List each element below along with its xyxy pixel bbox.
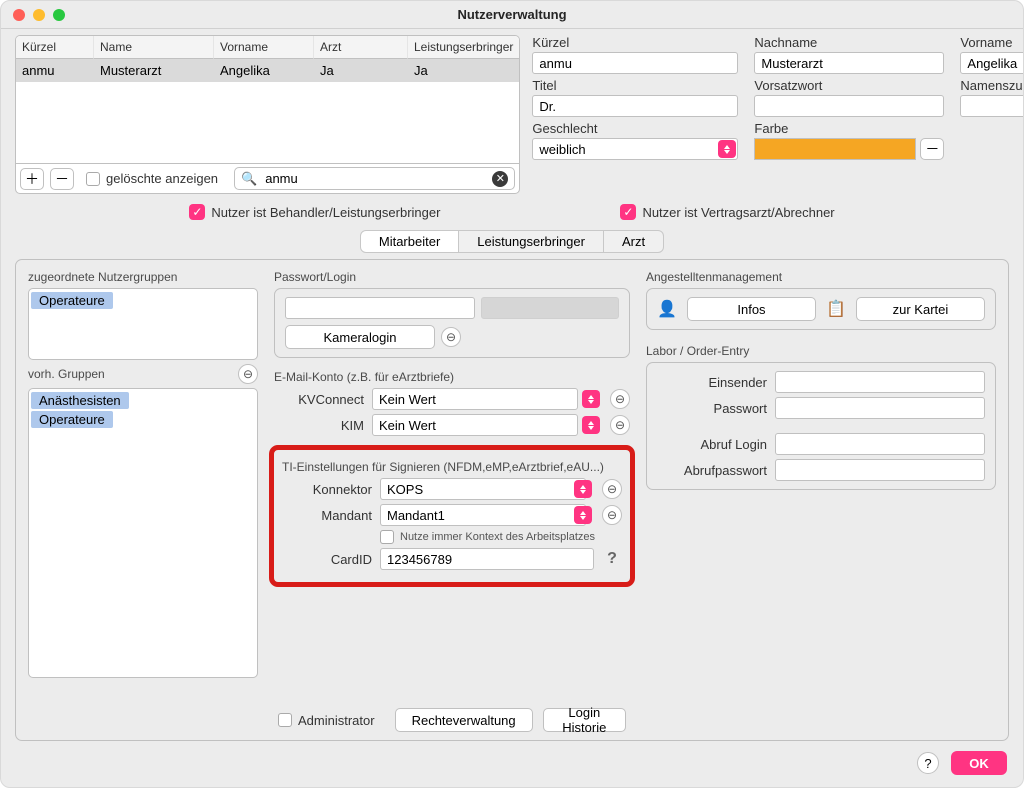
tab-bar: Mitarbeiter Leistungserbringer Arzt: [15, 230, 1009, 253]
nachname-field[interactable]: [754, 52, 944, 74]
vertragsarzt-checkbox[interactable]: ✓: [620, 204, 636, 220]
clipboard-icon: 📋: [826, 299, 846, 319]
mandant-opt-button[interactable]: ⊖: [602, 505, 622, 525]
abruf-passwort-field[interactable]: [775, 459, 985, 481]
vorsatzwort-field[interactable]: [754, 95, 944, 117]
search-icon: 🔍: [241, 171, 257, 187]
konnektor-opt-button[interactable]: ⊖: [602, 479, 622, 499]
mandant-select[interactable]: [380, 504, 594, 526]
behandler-checkbox[interactable]: ✓: [189, 204, 205, 220]
cardid-help-icon[interactable]: ?: [602, 550, 622, 568]
table-header: Kürzel Name Vorname Arzt Leistungserbrin…: [16, 36, 519, 59]
login-field[interactable]: [285, 297, 475, 319]
minimize-icon[interactable]: [33, 9, 45, 21]
available-groups-list[interactable]: Anästhesisten Operateure: [28, 388, 258, 678]
tab-mitarbeiter[interactable]: Mitarbeiter: [360, 230, 459, 253]
assigned-groups-list[interactable]: Operateure: [28, 288, 258, 360]
person-icon: 👤: [657, 299, 677, 319]
remove-user-button[interactable]: －: [50, 168, 74, 190]
kuerzel-field[interactable]: [532, 52, 738, 74]
ti-settings-highlight: TI-Einstellungen für Signieren (NFDM,eMP…: [272, 448, 632, 584]
geschlecht-select[interactable]: [532, 138, 738, 160]
chevron-updown-icon: [574, 480, 592, 498]
titlebar: Nutzerverwaltung: [1, 1, 1023, 29]
chevron-updown-icon: [582, 390, 600, 408]
kvconnect-select[interactable]: [372, 388, 602, 410]
groups-action-button[interactable]: ⊖: [238, 364, 258, 384]
maximize-icon[interactable]: [53, 9, 65, 21]
cardid-field[interactable]: [380, 548, 594, 570]
rechteverwaltung-button[interactable]: Rechteverwaltung: [395, 708, 533, 732]
chevron-updown-icon: [582, 416, 600, 434]
namenszusatz-field[interactable]: [960, 95, 1024, 117]
user-table[interactable]: Kürzel Name Vorname Arzt Leistungserbrin…: [15, 35, 520, 194]
kim-opt-button[interactable]: ⊖: [610, 415, 630, 435]
remove-color-button[interactable]: －: [920, 138, 944, 160]
labor-passwort-field[interactable]: [775, 397, 985, 419]
show-deleted-label: gelöschte anzeigen: [106, 171, 218, 186]
clear-search-icon[interactable]: ✕: [492, 171, 508, 187]
search-field[interactable]: 🔍 ✕: [234, 167, 515, 190]
abruf-login-field[interactable]: [775, 433, 985, 455]
titel-field[interactable]: [532, 95, 738, 117]
tab-arzt[interactable]: Arzt: [604, 230, 664, 253]
list-item[interactable]: Operateure: [31, 411, 113, 428]
infos-button[interactable]: Infos: [687, 297, 816, 321]
kameralogin-opt-button[interactable]: ⊖: [441, 327, 461, 347]
chevron-updown-icon: [574, 506, 592, 524]
login-historie-button[interactable]: Login Historie: [543, 708, 626, 732]
search-input[interactable]: [263, 170, 486, 187]
administrator-checkbox[interactable]: [278, 713, 292, 727]
zur-kartei-button[interactable]: zur Kartei: [856, 297, 985, 321]
password-hidden: [481, 297, 619, 319]
close-icon[interactable]: [13, 9, 25, 21]
context-checkbox[interactable]: [380, 530, 394, 544]
kvconnect-opt-button[interactable]: ⊖: [610, 389, 630, 409]
vorname-field[interactable]: [960, 52, 1024, 74]
window-title: Nutzerverwaltung: [1, 7, 1023, 22]
table-row[interactable]: anmu Musterarzt Angelika Ja Ja: [16, 59, 519, 82]
show-deleted-checkbox[interactable]: [86, 172, 100, 186]
window: Nutzerverwaltung Kürzel Name Vorname Arz…: [0, 0, 1024, 788]
list-item[interactable]: Operateure: [31, 292, 113, 309]
ok-button[interactable]: OK: [951, 751, 1007, 775]
add-user-button[interactable]: ＋: [20, 168, 44, 190]
kim-select[interactable]: [372, 414, 602, 436]
help-button[interactable]: ?: [917, 752, 939, 774]
tab-leistungserbringer[interactable]: Leistungserbringer: [459, 230, 604, 253]
einsender-field[interactable]: [775, 371, 985, 393]
konnektor-select[interactable]: [380, 478, 594, 500]
kameralogin-button[interactable]: Kameralogin: [285, 325, 435, 349]
list-item[interactable]: Anästhesisten: [31, 392, 129, 409]
color-swatch[interactable]: [754, 138, 916, 160]
chevron-updown-icon: [718, 140, 736, 158]
